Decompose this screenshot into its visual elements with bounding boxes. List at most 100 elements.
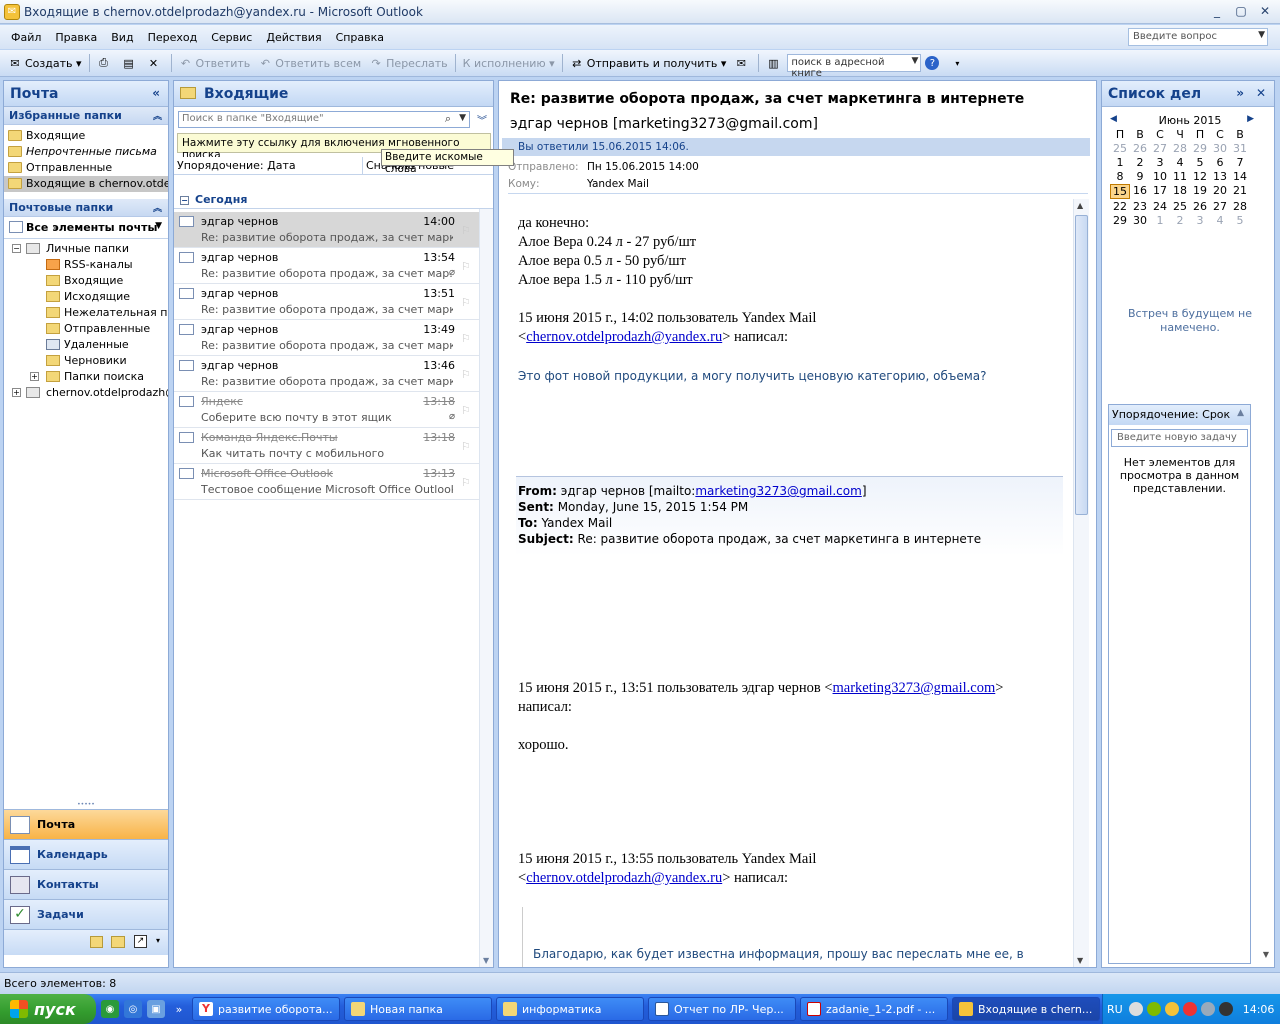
tray-volume-icon[interactable] xyxy=(1200,1002,1215,1016)
configure-buttons-icon[interactable]: ▾ xyxy=(156,936,160,945)
calendar-day[interactable]: 10 xyxy=(1150,170,1170,183)
expand-query-builder-icon[interactable]: ︾ xyxy=(477,112,487,127)
message-row[interactable]: эдгар чернов 13:51 Re: развитие оборота пр… xyxy=(174,284,479,320)
message-row[interactable]: Команда Яндекс.Почты 13:18 Как читать почт… xyxy=(174,428,479,464)
reading-scrollbar[interactable]: ▲ ▼ xyxy=(1073,199,1089,967)
calendar-day[interactable]: 16 xyxy=(1130,184,1150,199)
taskbar-item-word[interactable]: Отчет по ЛР- Чер... xyxy=(648,997,796,1021)
calendar-day[interactable]: 3 xyxy=(1150,156,1170,169)
calendar-day[interactable]: 4 xyxy=(1170,156,1190,169)
toolbar-options-button[interactable]: ▾ xyxy=(946,52,971,74)
fav-inbox[interactable]: Входящие xyxy=(4,128,168,144)
sort-by-date-button[interactable]: Упорядочение: Дата xyxy=(177,159,296,172)
calendar-day[interactable]: 12 xyxy=(1190,170,1210,183)
quicklaunch-icon-1[interactable]: ◉ xyxy=(101,1000,119,1018)
calendar-day[interactable]: 31 xyxy=(1230,142,1250,155)
calendar-day[interactable]: 24 xyxy=(1150,200,1170,213)
instant-search-input[interactable]: Поиск в папке "Входящие" ⌕ ▼ xyxy=(178,111,470,128)
message-sender[interactable]: эдгар чернов [marketing3273@gmail.com] xyxy=(510,116,818,132)
print-button[interactable]: ⎙ xyxy=(93,52,118,74)
search-icon[interactable]: ⌕ xyxy=(445,112,451,126)
taskbar-item-folder[interactable]: Новая папка xyxy=(344,997,492,1021)
tree-inbox[interactable]: Входящие xyxy=(4,273,168,289)
flag-icon[interactable]: ⚐ xyxy=(461,260,473,273)
calendar-day[interactable]: 20 xyxy=(1210,184,1230,199)
tray-antivirus-icon[interactable] xyxy=(1182,1002,1197,1016)
address-book-search[interactable]: поиск в адресной книге ▼ xyxy=(787,54,922,79)
message-row[interactable]: эдгар чернов 13:46 Re: развитие оборота пр… xyxy=(174,356,479,392)
email-link[interactable]: marketing3273@gmail.com xyxy=(695,484,861,498)
calendar-day[interactable]: 21 xyxy=(1230,184,1250,199)
send-receive-button[interactable]: ⇄ Отправить и получить ▾ xyxy=(566,52,731,74)
notes-icon[interactable] xyxy=(90,936,103,948)
next-month-arrow-icon[interactable]: ▶ xyxy=(1247,114,1254,124)
close-button[interactable]: ✕ xyxy=(1254,2,1276,20)
calendar-day[interactable]: 29 xyxy=(1110,214,1130,227)
calendar-day[interactable]: 5 xyxy=(1190,156,1210,169)
flag-icon[interactable]: ⚐ xyxy=(461,224,473,237)
message-row[interactable]: эдгар чернов 13:49 Re: развитие оборота пр… xyxy=(174,320,479,356)
ask-dropdown-icon[interactable]: ▼ xyxy=(1258,30,1265,40)
tree-outbox[interactable]: Исходящие xyxy=(4,289,168,305)
message-row[interactable]: эдгар чернов 13:54 Re: развитие оборота пр… xyxy=(174,248,479,284)
tree-search-folders[interactable]: + Папки поиска xyxy=(4,369,168,385)
close-todo-icon[interactable]: ✕ xyxy=(1256,86,1266,100)
collapse-nav-icon[interactable]: « xyxy=(152,86,160,100)
tree-personal-folders[interactable]: − Личные папки xyxy=(4,241,168,257)
reply-all-button[interactable]: ↶ Ответить всем xyxy=(254,52,365,74)
quicklaunch-more-icon[interactable]: » xyxy=(170,1000,188,1018)
ask-question-field[interactable]: Введите вопрос ▼ xyxy=(1128,28,1268,46)
calendar-day[interactable]: 1 xyxy=(1150,214,1170,227)
nav-mail-button[interactable]: Почта xyxy=(4,809,168,839)
delete-button[interactable]: ✕ xyxy=(143,52,168,74)
new-button[interactable]: ✉ Создать ▾ xyxy=(4,52,86,74)
move-button[interactable]: ▤ xyxy=(118,52,143,74)
email-link[interactable]: chernov.otdelprodazh@yandex.ru xyxy=(526,870,722,886)
calendar-day[interactable]: 15 xyxy=(1110,184,1130,199)
calendar-day[interactable]: 5 xyxy=(1230,214,1250,227)
collapse-group-icon[interactable]: − xyxy=(180,196,189,205)
start-button[interactable]: пуск xyxy=(0,994,96,1024)
calendar-day[interactable]: 1 xyxy=(1110,156,1130,169)
scroll-thumb[interactable] xyxy=(1075,215,1088,515)
quicklaunch-icon-3[interactable]: ▣ xyxy=(147,1000,165,1018)
group-today[interactable]: − Сегодня xyxy=(174,191,493,209)
calendar-day[interactable]: 11 xyxy=(1170,170,1190,183)
calendar-day[interactable]: 30 xyxy=(1210,142,1230,155)
search-dropdown-icon[interactable]: ▼ xyxy=(459,113,466,123)
taskbar-item-folder2[interactable]: информатика xyxy=(496,997,644,1021)
expand-icon[interactable]: + xyxy=(30,372,39,381)
list-scrollbar[interactable]: ▼ xyxy=(479,209,493,967)
tray-outlook-icon[interactable] xyxy=(1164,1002,1179,1016)
menu-view[interactable]: Вид xyxy=(104,31,140,44)
calendar-day[interactable]: 25 xyxy=(1170,200,1190,213)
tree-rss[interactable]: RSS-каналы xyxy=(4,257,168,273)
menu-file[interactable]: Файл xyxy=(4,31,48,44)
calendar-day[interactable]: 23 xyxy=(1130,200,1150,213)
all-mail-items-selector[interactable]: Все элементы почты ▼ xyxy=(4,217,168,239)
calendar-day[interactable]: 26 xyxy=(1190,200,1210,213)
calendar-day[interactable]: 27 xyxy=(1150,142,1170,155)
calendar-day[interactable]: 2 xyxy=(1170,214,1190,227)
calendar-day[interactable]: 28 xyxy=(1230,200,1250,213)
scroll-down-arrow-icon[interactable]: ▼ xyxy=(483,956,489,965)
quicklaunch-icon-2[interactable]: ◎ xyxy=(124,1000,142,1018)
tree-drafts[interactable]: Черновики xyxy=(4,353,168,369)
tree-account[interactable]: + chernov.otdelprodazh@yandex.ru xyxy=(4,385,168,401)
collapse-icon[interactable]: − xyxy=(12,244,21,253)
nav-contacts-button[interactable]: Контакты xyxy=(4,869,168,899)
calendar-day[interactable]: 29 xyxy=(1190,142,1210,155)
message-row[interactable]: Microsoft Office Outlook 13:13 Тестовое со… xyxy=(174,464,479,500)
calendar-day[interactable]: 26 xyxy=(1130,142,1150,155)
minimize-button[interactable]: _ xyxy=(1206,2,1228,20)
task-sort-header[interactable]: Упорядочение: Срок ▲ xyxy=(1109,405,1250,425)
address-book-button[interactable]: ▥ xyxy=(762,52,787,74)
followup-button[interactable]: К исполнению ▾ xyxy=(459,52,559,74)
new-task-input[interactable]: Введите новую задачу xyxy=(1111,429,1248,447)
calendar-day[interactable]: 19 xyxy=(1190,184,1210,199)
help-button[interactable]: ? xyxy=(921,52,946,74)
tray-network-icon[interactable] xyxy=(1146,1002,1161,1016)
expand-todo-icon[interactable]: » xyxy=(1236,86,1244,100)
calendar-day[interactable]: 4 xyxy=(1210,214,1230,227)
calendar-day[interactable]: 27 xyxy=(1210,200,1230,213)
